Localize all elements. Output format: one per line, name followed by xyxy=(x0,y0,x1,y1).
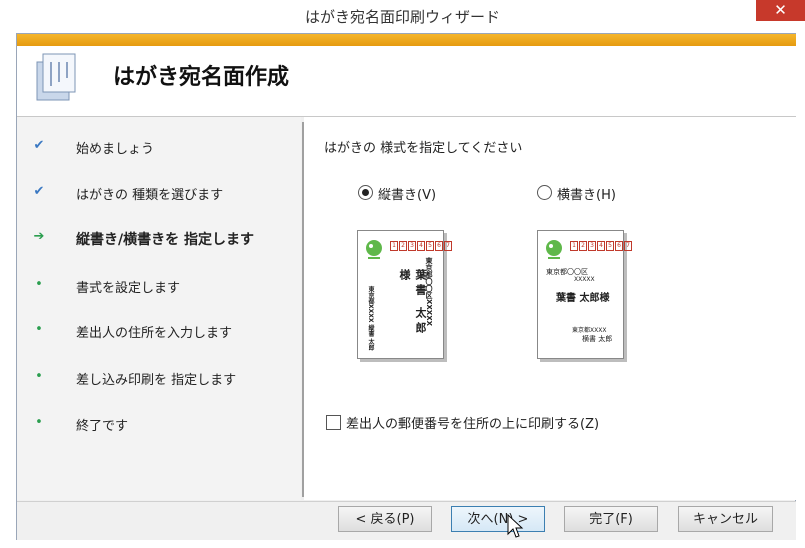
check-icon: ✔ xyxy=(33,138,45,153)
sender-address: 東京都XXXX 縦書 太郎 xyxy=(367,286,374,351)
page-title: はがき宛名面作成 xyxy=(113,65,290,90)
bullet-icon: • xyxy=(35,322,43,337)
steps-panel xyxy=(17,117,301,500)
step-label: 終了です xyxy=(76,419,129,434)
step-label: 差し込み印刷を 指定します xyxy=(76,373,237,388)
recipient-name: 葉書 太郎 様 xyxy=(398,269,427,337)
horizontal-radio-label: 横書き(H) xyxy=(557,188,616,203)
sender-address: 東京都XXXX xyxy=(572,327,607,334)
sender-zip-checkbox-label: 差出人の郵便番号を住所の上に印刷する(Z) xyxy=(346,417,600,432)
step-label: 始めましょう xyxy=(76,142,155,157)
mouse-cursor-icon xyxy=(507,514,524,538)
horizontal-postcard-preview: 1 2 3 4 5 6 7 東京都〇〇区 XXXXX 葉書 太郎様 東京都XXX… xyxy=(537,230,632,359)
bullet-icon: • xyxy=(35,415,43,430)
close-icon: ✕ xyxy=(774,1,787,19)
vertical-postcard-preview: 1 2 3 4 5 6 7 東京都〇〇区XXXXX 葉書 太郎 様 東京都XXX… xyxy=(357,230,452,359)
zip-code-boxes: 1 2 3 4 5 6 7 xyxy=(570,241,632,251)
stamp-icon xyxy=(546,240,562,259)
cancel-button[interactable]: キャンセル xyxy=(678,506,773,532)
bullet-icon: • xyxy=(35,369,43,384)
recipient-address-line2: XXXXX xyxy=(574,276,595,283)
format-prompt: はがきの 様式を指定してください xyxy=(324,141,523,156)
wizard-logo-icon xyxy=(36,53,76,101)
checkbox-icon xyxy=(326,415,341,430)
window-title: はがき宛名面印刷ウィザード xyxy=(304,8,500,26)
title-bar: はがき宛名面印刷ウィザード ✕ xyxy=(0,0,805,33)
vertical-radio-label: 縦書き(V) xyxy=(378,188,437,203)
radio-selected-icon xyxy=(358,185,373,200)
sender-name: 横書 太郎 xyxy=(582,335,613,343)
step-label: 差出人の住所を入力します xyxy=(76,326,233,341)
recipient-name: 葉書 太郎様 xyxy=(556,293,610,304)
zip-code-boxes: 1 2 3 4 5 6 7 xyxy=(390,241,452,251)
stamp-icon xyxy=(366,240,382,259)
close-button[interactable]: ✕ xyxy=(756,0,805,21)
radio-unselected-icon xyxy=(537,185,552,200)
check-icon: ✔ xyxy=(33,184,45,199)
step-label: はがきの 種類を選びます xyxy=(76,188,224,203)
accent-bar xyxy=(17,34,796,46)
arrow-right-icon: ➔ xyxy=(33,229,45,244)
bullet-icon: • xyxy=(35,277,43,292)
step-label: 縦書き/横書きを 指定します xyxy=(76,232,254,248)
back-button[interactable]: < 戻る(P) xyxy=(338,506,432,532)
finish-button[interactable]: 完了(F) xyxy=(564,506,658,532)
next-button[interactable]: 次へ(N) > xyxy=(451,506,545,532)
wizard-header: はがき宛名面作成 xyxy=(17,34,796,117)
step-label: 書式を設定します xyxy=(76,281,181,296)
